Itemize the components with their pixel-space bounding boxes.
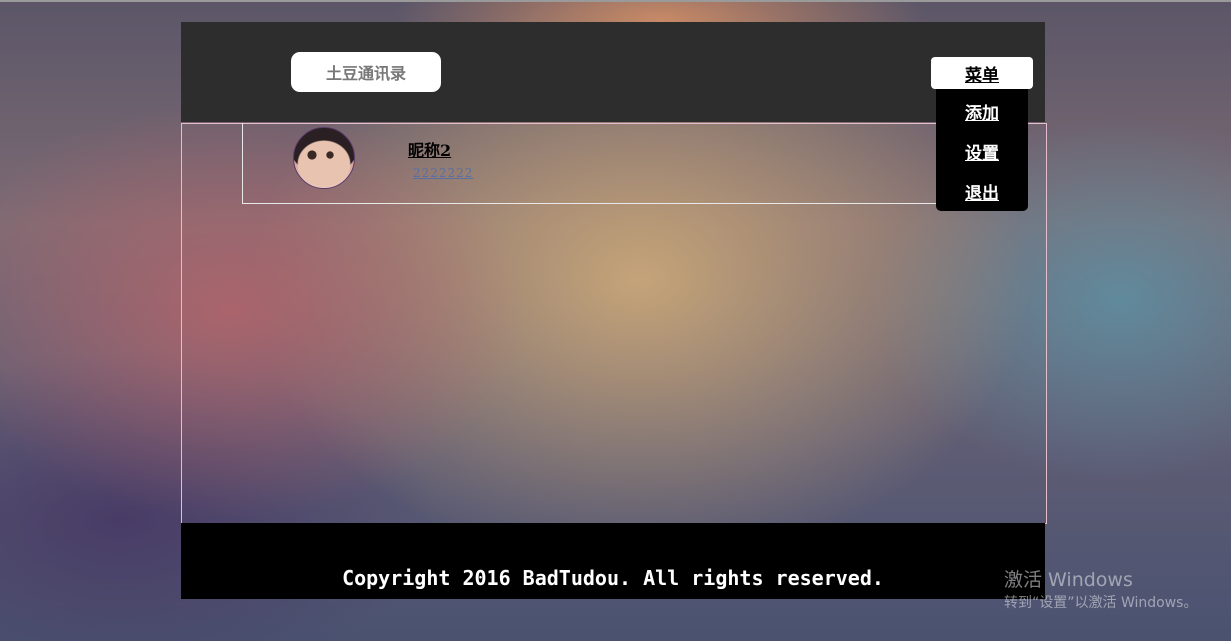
footer: Copyright 2016 BadTudou. All rights rese…	[181, 523, 1045, 599]
menu-item-add[interactable]: 添加	[936, 99, 1028, 124]
activation-watermark-subtitle: 转到“设置”以激活 Windows。	[1004, 595, 1198, 611]
copyright-text: Copyright 2016 BadTudou. All rights rese…	[342, 566, 884, 590]
menu-dropdown: 添加 设置 退出	[936, 89, 1028, 211]
menu-item-logout[interactable]: 退出	[936, 179, 1028, 204]
activation-watermark-title: 激活 Windows	[1004, 569, 1133, 591]
menu-item-settings[interactable]: 设置	[936, 139, 1028, 164]
menu-button[interactable]: 菜单	[931, 57, 1033, 89]
top-border	[0, 0, 1231, 2]
contact-card[interactable]: 昵称2 2222222	[242, 123, 1009, 204]
contact-nickname[interactable]: 昵称2	[408, 137, 451, 161]
app-logo-title[interactable]: 土豆通讯录	[291, 52, 441, 92]
contact-phone[interactable]: 2222222	[413, 166, 473, 180]
avatar[interactable]	[293, 127, 355, 189]
app-header: 土豆通讯录 菜单	[181, 22, 1045, 122]
